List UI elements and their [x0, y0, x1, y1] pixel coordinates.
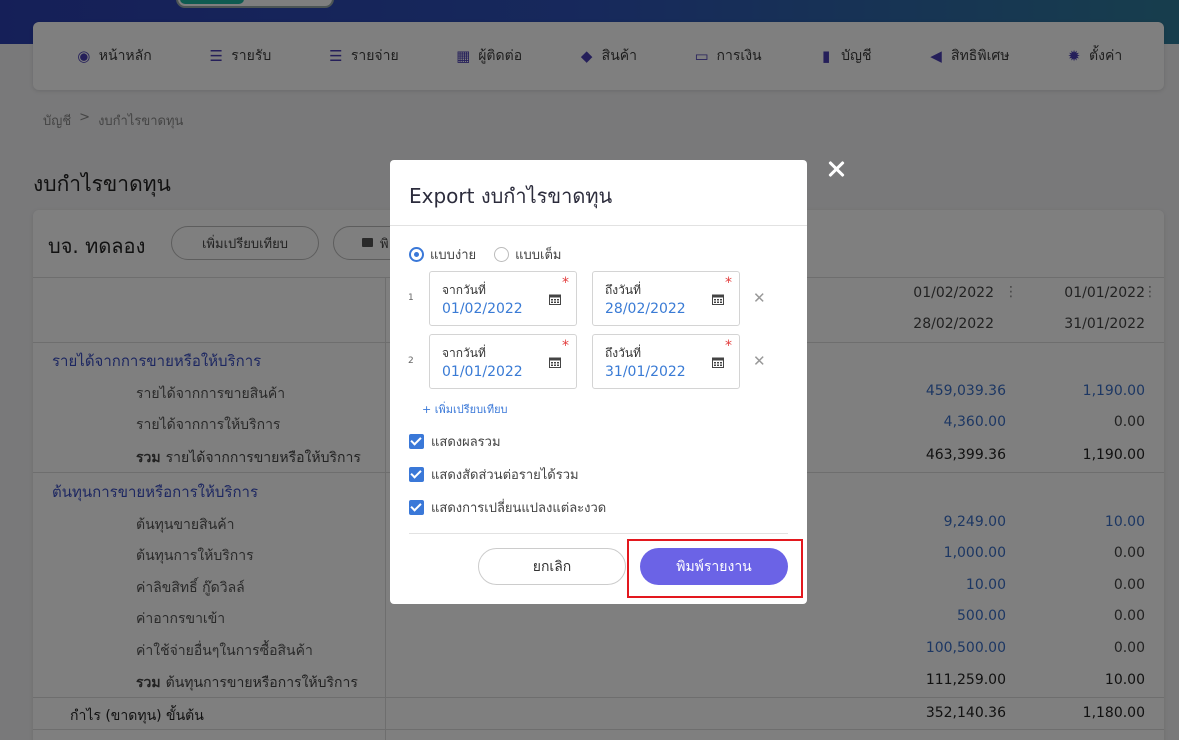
option-show-ratio[interactable]: แสดงสัดส่วนต่อรายได้รวม	[409, 464, 579, 485]
option-show-change[interactable]: แสดงการเปลี่ยนแปลงแต่ละงวด	[409, 497, 606, 518]
field-label: จากวันที่	[442, 346, 486, 360]
field-label: ถึงวันที่	[605, 283, 641, 297]
field-value: 28/02/2022	[605, 301, 686, 317]
field-label: จากวันที่	[442, 283, 486, 297]
remove-range-icon[interactable]: ✕	[753, 352, 766, 370]
divider	[409, 533, 788, 534]
calendar-icon[interactable]	[549, 294, 561, 305]
field-label: ถึงวันที่	[605, 346, 641, 360]
radio-selected-icon	[409, 247, 424, 262]
field-value: 01/01/2022	[442, 364, 523, 380]
field-value: 31/01/2022	[605, 364, 686, 380]
checkbox-checked-icon	[409, 467, 424, 482]
required-mark: *	[562, 338, 569, 354]
option-label: แสดงผลรวม	[431, 435, 501, 450]
option-label: แสดงการเปลี่ยนแปลงแต่ละงวด	[431, 501, 607, 516]
radio-label: แบบง่าย	[430, 248, 477, 263]
required-mark: *	[725, 338, 732, 354]
radio-simple[interactable]: แบบง่าย	[409, 244, 476, 265]
range-index: 2	[408, 356, 414, 366]
radio-full[interactable]: แบบเต็ม	[494, 244, 562, 265]
option-show-total[interactable]: แสดงผลรวม	[409, 431, 501, 452]
option-label: แสดงสัดส่วนต่อรายได้รวม	[431, 468, 579, 483]
remove-range-icon[interactable]: ✕	[753, 289, 766, 307]
checkbox-checked-icon	[409, 500, 424, 515]
calendar-icon[interactable]	[712, 294, 724, 305]
export-dialog: Export งบกำไรขาดทุน แบบง่าย แบบเต็ม 1 จา…	[390, 160, 807, 604]
radio-label: แบบเต็ม	[515, 248, 562, 263]
range-index: 1	[408, 293, 414, 303]
required-mark: *	[562, 275, 569, 291]
radio-unselected-icon	[494, 247, 510, 262]
required-mark: *	[725, 275, 732, 291]
from-date-field-1[interactable]: จากวันที่ 01/02/2022 *	[429, 271, 577, 326]
dialog-title: Export งบกำไรขาดทุน	[409, 184, 613, 208]
cancel-button[interactable]: ยกเลิก	[478, 548, 626, 585]
add-compare-link[interactable]: + เพิ่มเปรียบเทียบ	[422, 400, 508, 418]
field-value: 01/02/2022	[442, 301, 523, 317]
to-date-field-1[interactable]: ถึงวันที่ 28/02/2022 *	[592, 271, 740, 326]
to-date-field-2[interactable]: ถึงวันที่ 31/01/2022 *	[592, 334, 740, 389]
calendar-icon[interactable]	[712, 357, 724, 368]
export-mode-group: แบบง่าย แบบเต็ม	[409, 244, 562, 265]
close-icon[interactable]	[823, 156, 849, 182]
calendar-icon[interactable]	[549, 357, 561, 368]
print-button-highlight	[627, 539, 803, 598]
from-date-field-2[interactable]: จากวันที่ 01/01/2022 *	[429, 334, 577, 389]
divider	[390, 225, 807, 226]
checkbox-checked-icon	[409, 434, 424, 449]
